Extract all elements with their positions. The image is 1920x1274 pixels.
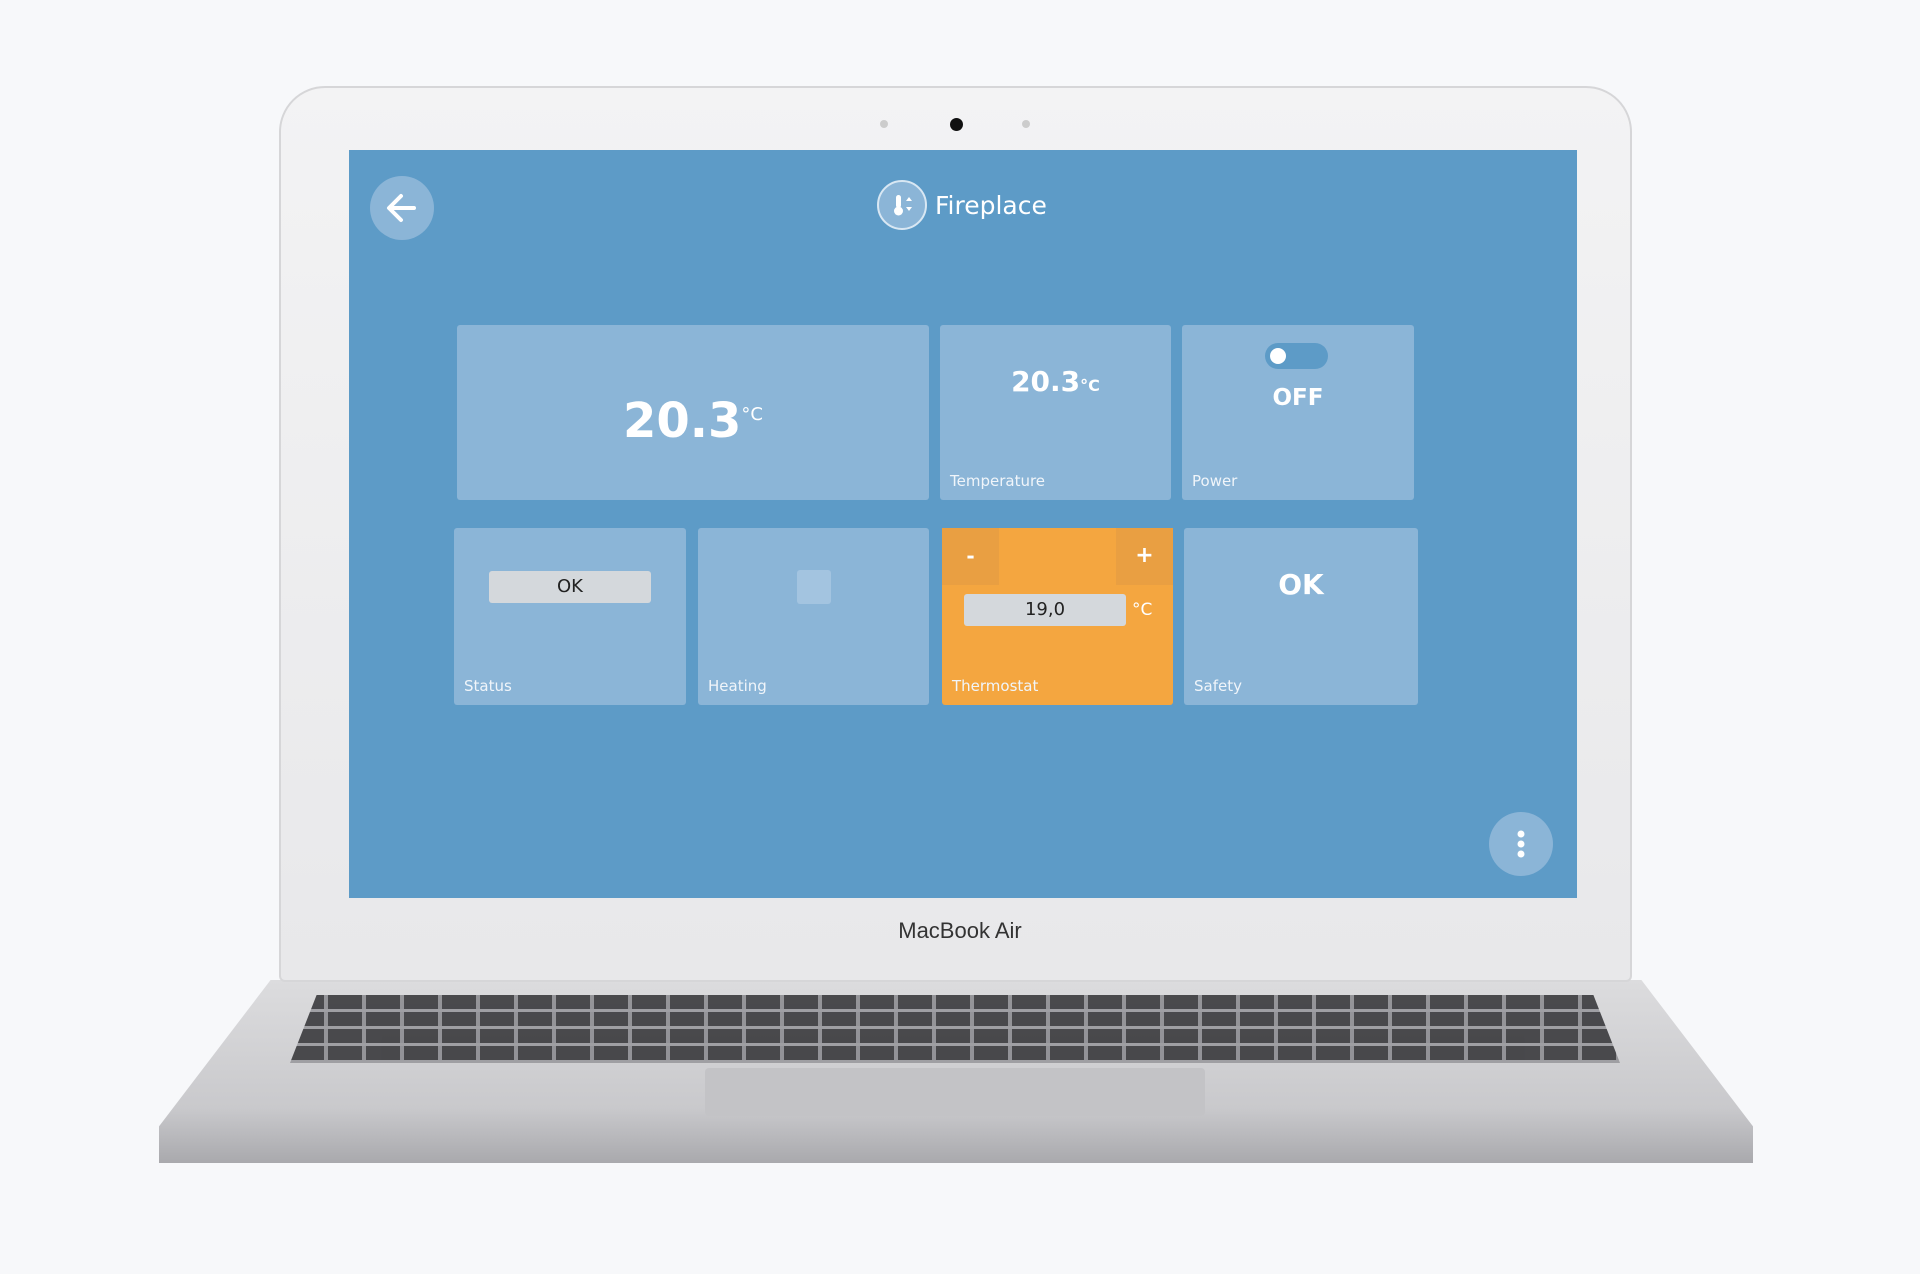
keyboard [290, 995, 1620, 1063]
back-button[interactable] [370, 176, 434, 240]
thermostat-input[interactable]: 19,0 [964, 594, 1126, 626]
unit: °C [1132, 600, 1153, 620]
page-header: Fireplace [877, 180, 1047, 230]
trackpad [705, 1068, 1205, 1116]
temperature-value: 20.3 [1011, 365, 1081, 398]
increase-button[interactable]: + [1116, 528, 1173, 585]
tile-label: Thermostat [952, 677, 1039, 695]
toggle-knob [1270, 348, 1286, 364]
power-state: OFF [1272, 385, 1324, 411]
status-value: OK [489, 571, 651, 603]
tile-label: Power [1192, 472, 1238, 490]
thermometer-icon [877, 180, 927, 230]
page-title: Fireplace [935, 190, 1047, 220]
safety-tile: OK Safety [1184, 528, 1418, 705]
tile-label: Heating [708, 677, 767, 695]
app-screen: Fireplace 20.3°C 20.3°C Temperature OFF … [349, 150, 1577, 898]
tile-label: Status [464, 677, 512, 695]
menu-button[interactable] [1489, 812, 1553, 876]
unit: °C [741, 404, 763, 425]
unit: °C [1080, 376, 1100, 395]
thermostat-tile: - + 19,0 °C Thermostat [942, 528, 1173, 705]
heating-tile: Heating [698, 528, 929, 705]
temperature-tile: 20.3°C Temperature [940, 325, 1171, 500]
camera [950, 118, 963, 131]
brand-label: MacBook Air [898, 918, 1022, 943]
arrow-left-icon [387, 194, 416, 222]
main-temperature-value: 20.3 [622, 393, 742, 449]
decrease-button[interactable]: - [942, 528, 999, 585]
safety-value: OK [1278, 568, 1324, 601]
sensor [880, 120, 888, 128]
heating-checkbox[interactable] [797, 570, 831, 604]
sensor [1022, 120, 1030, 128]
tile-label: Safety [1194, 677, 1242, 695]
power-tile: OFF Power [1182, 325, 1414, 500]
tile-label: Temperature [950, 472, 1046, 490]
vertical-dots-icon [1517, 830, 1525, 858]
power-toggle[interactable] [1265, 343, 1328, 369]
status-tile: OK Status [454, 528, 686, 705]
main-temperature-tile: 20.3°C [457, 325, 929, 500]
